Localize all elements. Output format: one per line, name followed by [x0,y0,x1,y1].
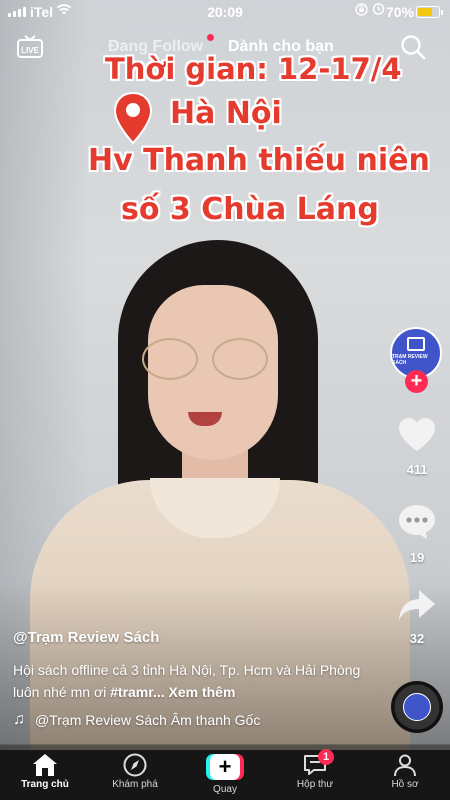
see-more-link[interactable]: Xem thêm [169,684,236,700]
nav-discover-label: Khám phá [112,779,158,790]
nav-home[interactable]: Trang chủ [0,745,90,800]
glasses-left [142,338,198,380]
share-count: 32 [409,631,425,646]
author-handle[interactable]: @Trạm Review Sách [13,629,159,646]
alarm-icon [372,2,385,18]
comment-count: 19 [409,550,425,565]
like-count: 411 [406,462,428,477]
comment-button[interactable]: 19 [392,503,442,565]
bottom-nav: Trang chủ Khám phá + Quay 1 Hộp thư Hồ s… [0,744,450,800]
home-icon [33,754,57,776]
overlay-address-text: số 3 Chùa Láng [121,192,379,227]
music-disc[interactable] [391,681,443,733]
disc-avatar [403,693,431,721]
new-content-dot [207,34,214,41]
inbox-badge: 1 [318,749,334,765]
share-button[interactable]: 32 [392,588,442,646]
nav-profile[interactable]: Hồ sơ [360,745,450,800]
overlay-date-text: Thời gian: 12-17/4 [105,52,402,86]
comment-icon [399,505,435,539]
avatar-logo-text: TRẠM REVIEW SÁCH [392,354,428,366]
music-note-icon: ♫ [13,711,25,728]
overlay-city-text: Hà Nội [170,96,282,131]
status-bar: iTel 20:09 70% [0,0,450,24]
rotation-lock-icon [355,3,368,19]
cart-logo-icon [407,337,425,351]
svg-text:LIVE: LIVE [21,46,39,55]
location-pin-icon [112,91,154,145]
battery-icon [416,6,443,18]
compass-icon [123,753,147,777]
nav-home-label: Trang chủ [21,779,69,790]
live-icon[interactable]: LIVE [16,34,44,58]
music-row[interactable]: ♫ @Trạm Review Sách Âm thanh Gốc [13,711,260,729]
search-icon[interactable] [400,34,426,60]
follow-button[interactable]: + [405,370,428,393]
nav-inbox-label: Hộp thư [296,779,334,790]
nav-profile-label: Hồ sơ [391,779,419,790]
music-title: @Trạm Review Sách Âm thanh Gốc [35,712,261,728]
create-plus-icon: + [206,754,244,780]
profile-icon [394,754,416,777]
like-button[interactable]: 411 [392,417,442,477]
nav-inbox[interactable]: 1 Hộp thư [270,745,360,800]
heart-icon [399,418,435,451]
glasses-right [212,338,268,380]
nav-discover[interactable]: Khám phá [90,745,180,800]
battery-percent: 70% [386,4,415,20]
nav-create[interactable]: + Quay [180,745,270,800]
overlay-venue-text: Hv Thanh thiếu niên [88,143,430,178]
hashtag-link[interactable]: #tramr... [110,684,164,700]
video-description: Hội sách offline cả 3 tỉnh Hà Nội, Tp. H… [13,659,373,703]
nav-create-label: Quay [213,784,237,795]
share-arrow-icon [399,590,435,620]
